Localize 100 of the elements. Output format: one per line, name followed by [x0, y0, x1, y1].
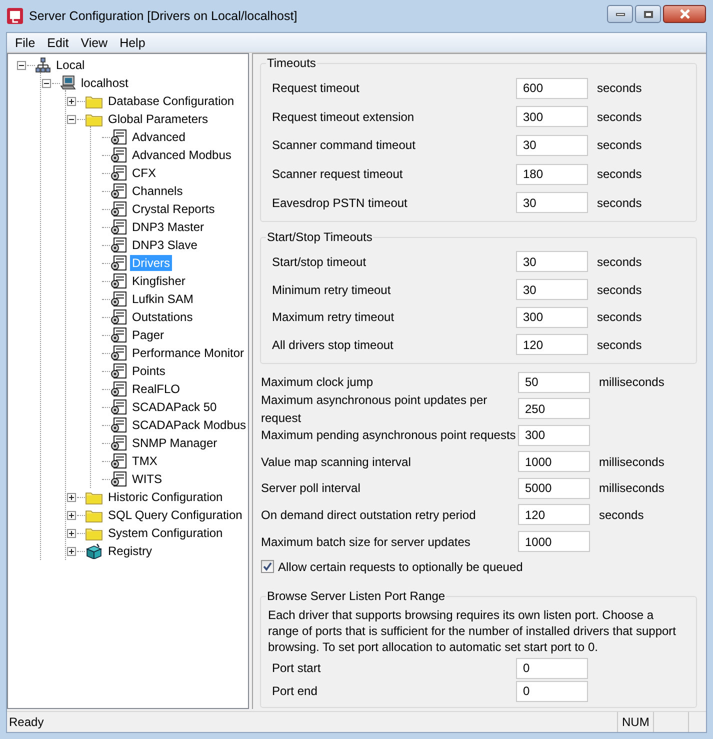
tree-item[interactable]: SNMP Manager	[130, 435, 220, 451]
number-field[interactable]: 120	[516, 334, 588, 356]
field-label: Start/stop timeout	[271, 254, 368, 271]
unit-label: seconds	[597, 194, 642, 212]
tree-item[interactable]: WITS	[130, 471, 164, 487]
minimize-button[interactable]	[607, 5, 633, 23]
unit-label: seconds	[597, 254, 642, 271]
field-label: Eavesdrop PSTN timeout	[271, 194, 408, 212]
number-field[interactable]: 30	[516, 279, 588, 300]
number-field[interactable]: 600	[516, 78, 588, 99]
field-label: Value map scanning interval	[261, 454, 412, 471]
registry-icon	[85, 543, 103, 559]
tree-item[interactable]: Channels	[130, 183, 185, 199]
tree-item[interactable]: Local	[54, 57, 87, 73]
folder-icon	[85, 94, 103, 108]
tree-item[interactable]: RealFLO	[130, 381, 182, 397]
collapse-toggle[interactable]	[42, 78, 51, 88]
status-text: Ready	[8, 714, 44, 731]
number-field[interactable]: 30	[516, 134, 588, 156]
field-label: Port start	[271, 660, 322, 678]
settings-document-icon	[110, 435, 127, 451]
number-field[interactable]: 50	[518, 372, 590, 393]
expand-toggle[interactable]	[67, 96, 76, 106]
unit-label: seconds	[597, 282, 642, 298]
field-label: Request timeout	[271, 80, 360, 98]
number-field[interactable]: 30	[516, 251, 588, 272]
tree-item[interactable]: Crystal Reports	[130, 201, 217, 217]
close-icon	[678, 9, 690, 19]
tree-item[interactable]: Lufkin SAM	[130, 291, 196, 307]
collapse-toggle[interactable]	[17, 60, 26, 70]
field-label: Request timeout extension	[271, 108, 416, 126]
tree-item[interactable]: DNP3 Master	[130, 219, 206, 235]
unit-label: seconds	[597, 137, 642, 154]
menu-item[interactable]: View	[74, 34, 114, 52]
tree-item[interactable]: Advanced	[130, 129, 188, 145]
expand-toggle[interactable]	[67, 528, 76, 538]
tree-item[interactable]: System Configuration	[106, 525, 225, 541]
settings-document-icon	[110, 165, 127, 181]
collapse-toggle[interactable]	[67, 114, 76, 124]
settings-document-icon	[110, 417, 127, 433]
number-field[interactable]: 300	[516, 106, 588, 128]
tree-item[interactable]: Registry	[106, 543, 154, 559]
expand-toggle[interactable]	[67, 510, 76, 520]
tree-item[interactable]: CFX	[130, 165, 158, 181]
menu-item[interactable]: Edit	[41, 34, 75, 52]
field-label: On demand direct outstation retry period	[261, 506, 477, 524]
number-field[interactable]: 300	[516, 306, 588, 328]
field-label: All drivers stop timeout	[271, 336, 394, 354]
settings-document-icon	[110, 237, 127, 253]
unit-label: milliseconds	[599, 480, 664, 498]
number-field[interactable]: 180	[516, 164, 588, 185]
tree-item[interactable]: localhost	[79, 75, 130, 91]
folder-icon	[85, 508, 103, 522]
unit-label: seconds	[599, 506, 644, 524]
settings-document-icon	[110, 147, 127, 163]
tree-item[interactable]: Pager	[130, 327, 166, 343]
field-label: Maximum clock jump	[261, 374, 374, 392]
folder-icon	[85, 112, 103, 126]
unit-label: milliseconds	[599, 374, 664, 392]
tree-item[interactable]: Global Parameters	[106, 111, 210, 127]
checkbox-label: Allow certain requests to optionally be queued	[278, 558, 523, 576]
unit-label: seconds	[597, 108, 642, 126]
number-field[interactable]: 0	[516, 658, 588, 679]
tree-item[interactable]: SQL Query Configuration	[106, 507, 244, 523]
number-field[interactable]: 250	[518, 398, 590, 420]
number-field[interactable]: 300	[518, 424, 590, 446]
field-label: Maximum batch size for server updates	[261, 534, 472, 551]
tree-item[interactable]: Historic Configuration	[106, 489, 225, 505]
number-field[interactable]: 1000	[518, 531, 590, 552]
tree-item[interactable]: TMX	[130, 453, 160, 469]
number-field[interactable]: 30	[516, 192, 588, 214]
window-title: Server Configuration [Drivers on Local/localhost]	[29, 8, 298, 25]
close-button[interactable]	[663, 5, 706, 23]
number-field[interactable]: 5000	[518, 478, 590, 499]
menu-item[interactable]: Help	[114, 34, 152, 52]
number-field[interactable]: 120	[518, 504, 590, 526]
tree-item[interactable]: Advanced Modbus	[130, 147, 234, 163]
tree-item[interactable]: Kingfisher	[130, 273, 188, 289]
maximize-button[interactable]	[635, 5, 661, 23]
number-field[interactable]: 0	[516, 680, 588, 702]
settings-document-icon	[110, 381, 127, 397]
number-field[interactable]: 1000	[518, 451, 590, 472]
folder-icon	[85, 490, 103, 504]
expand-toggle[interactable]	[67, 546, 76, 556]
tree-item[interactable]: Points	[130, 363, 168, 379]
app-icon	[7, 8, 23, 24]
tree-item[interactable]: Performance Monitor	[130, 345, 246, 361]
tree-item[interactable]: DNP3 Slave	[130, 237, 200, 253]
unit-label: seconds	[597, 336, 642, 354]
settings-document-icon	[110, 273, 127, 289]
tree-item[interactable]: Database Configuration	[106, 93, 236, 109]
tree-item[interactable]: SCADAPack Modbus	[130, 417, 248, 433]
settings-document-icon	[110, 327, 127, 343]
settings-document-icon	[110, 453, 127, 469]
expand-toggle[interactable]	[67, 492, 76, 502]
menu-item[interactable]: File	[9, 34, 42, 52]
tree-item[interactable]: SCADAPack 50	[130, 399, 219, 415]
tree-item[interactable]: Outstations	[130, 309, 195, 325]
checkbox[interactable]	[261, 560, 274, 574]
folder-icon	[85, 526, 103, 540]
